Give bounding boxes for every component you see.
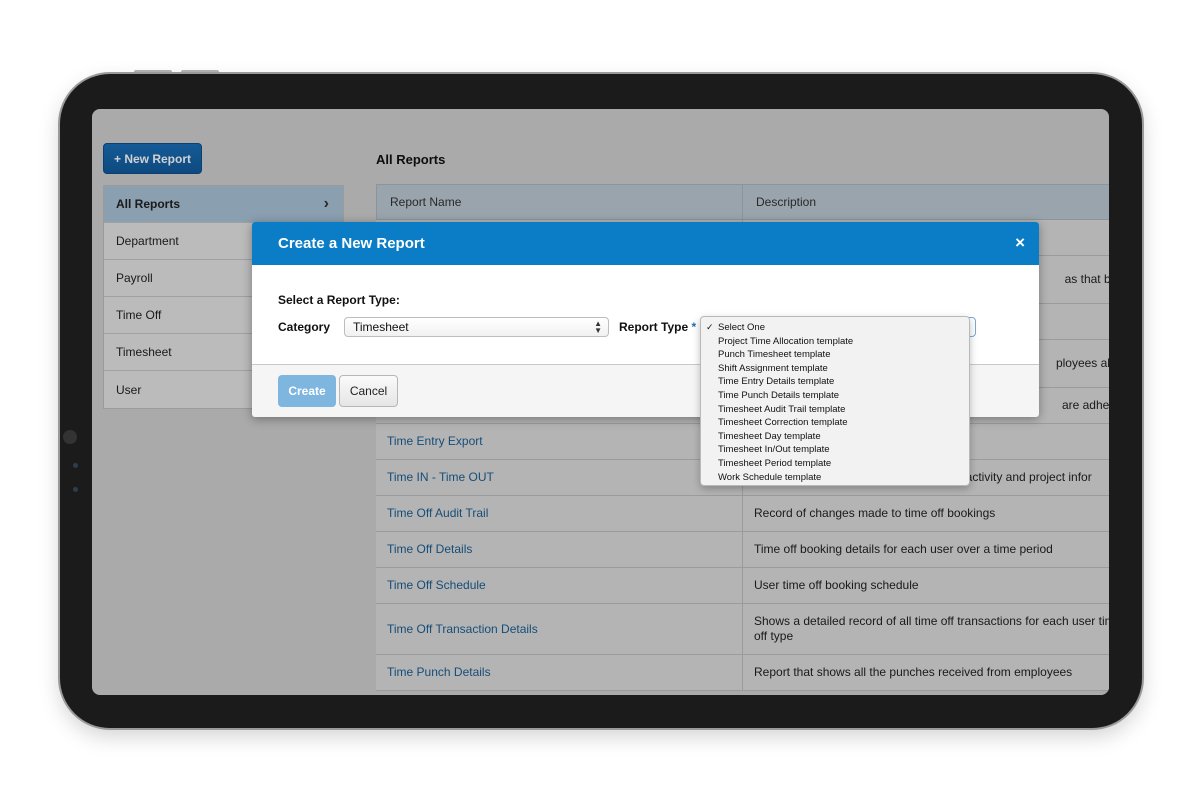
table-row[interactable]: Time Off Audit Trail Record of changes ma… <box>376 496 1109 532</box>
report-name-link[interactable]: Time IN - Time OUT <box>376 460 742 495</box>
report-type-label-text: Report Type <box>619 320 689 334</box>
dropdown-option[interactable]: Punch Timesheet template <box>701 348 969 362</box>
dropdown-option[interactable]: Time Punch Details template <box>701 389 969 403</box>
dropdown-option-label: Timesheet Audit Trail template <box>718 403 846 415</box>
sidebar-item-label: Time Off <box>116 308 162 322</box>
dropdown-option-label: Time Entry Details template <box>718 376 835 388</box>
report-description: Record of changes made to time off booki… <box>742 496 1109 531</box>
modal-header: Create a New Report × <box>252 222 1039 265</box>
required-mark: * <box>691 320 697 334</box>
category-label: Category <box>278 320 331 334</box>
dropdown-option[interactable]: Time Entry Details template <box>701 375 969 389</box>
dropdown-option[interactable]: Project Time Allocation template <box>701 335 969 349</box>
report-description: Shows a detailed record of all time off … <box>742 604 1109 654</box>
camera-icon <box>63 430 77 444</box>
modal-title: Create a New Report <box>278 235 425 252</box>
dropdown-option-label: Project Time Allocation template <box>718 335 854 347</box>
page-title: All Reports <box>376 152 446 167</box>
dropdown-option-label: Timesheet Correction template <box>718 417 848 429</box>
sensor-icon <box>73 463 78 468</box>
dropdown-option-label: Shift Assignment template <box>718 362 828 374</box>
column-header-report-name[interactable]: Report Name <box>377 185 743 219</box>
dropdown-option-label: Timesheet In/Out template <box>718 444 830 456</box>
chevron-right-icon: › <box>323 195 329 212</box>
sidebar-item-label: User <box>116 382 142 397</box>
table-row[interactable]: Time Off Transaction Details Shows a deta… <box>376 604 1109 655</box>
report-name-link[interactable]: Time Off Audit Trail <box>376 496 742 531</box>
table-row[interactable]: Time Punch Details Report that shows all … <box>376 655 1109 691</box>
dropdown-option-label: Punch Timesheet template <box>718 349 831 361</box>
sensor-icon <box>73 487 78 492</box>
table-row[interactable]: Time Off Details Time off booking details… <box>376 532 1109 568</box>
cancel-button[interactable]: Cancel <box>339 375 398 407</box>
report-name-link[interactable]: Time Off Transaction Details <box>376 604 742 654</box>
dropdown-option[interactable]: Work Schedule template <box>701 471 969 485</box>
dropdown-option[interactable]: Timesheet Day template <box>701 430 969 444</box>
report-name-link[interactable]: Time Punch Details <box>376 655 742 690</box>
column-header-description[interactable]: Description <box>743 185 1109 219</box>
dropdown-option[interactable]: Timesheet In/Out template <box>701 443 969 457</box>
dropdown-option-label: Work Schedule template <box>718 471 822 483</box>
app-screen: + New Report All Reports › Department Pa… <box>92 109 1109 695</box>
checkmark-icon: ✓ <box>706 322 714 332</box>
create-button[interactable]: Create <box>278 375 336 407</box>
table-row[interactable]: Time Off Schedule User time off booking s… <box>376 568 1109 604</box>
dropdown-option-label: Select One <box>718 322 765 333</box>
category-select[interactable]: Timesheet ▲ ▼ <box>344 317 609 337</box>
report-description: Report that shows all the punches receiv… <box>742 655 1109 690</box>
select-report-type-label: Select a Report Type: <box>278 293 400 307</box>
table-header: Report Name Description <box>376 184 1109 220</box>
dropdown-option[interactable]: ✓ Select One <box>701 321 969 335</box>
dropdown-option[interactable]: Timesheet Period template <box>701 457 969 471</box>
close-icon[interactable]: × <box>1015 233 1025 253</box>
sidebar-item-label: All Reports <box>116 197 181 211</box>
sidebar-item-label: Department <box>116 234 179 248</box>
dropdown-option[interactable]: Timesheet Correction template <box>701 416 969 430</box>
report-description: User time off booking schedule <box>742 568 1109 603</box>
dropdown-option[interactable]: Shift Assignment template <box>701 362 969 376</box>
select-arrows-icon: ▲▼ <box>594 319 602 335</box>
sidebar-item-label: Payroll <box>116 271 153 285</box>
report-type-dropdown: ✓ Select One Project Time Allocation templ… <box>700 316 970 486</box>
dropdown-option-label: Timesheet Period template <box>718 457 832 469</box>
category-value: Timesheet <box>353 320 409 334</box>
dropdown-option-label: Time Punch Details template <box>718 389 840 401</box>
report-type-label: Report Type * <box>619 320 696 334</box>
report-description: Time off booking details for each user o… <box>742 532 1109 567</box>
report-name-link[interactable]: Time Entry Export <box>376 424 742 459</box>
report-name-link[interactable]: Time Off Schedule <box>376 568 742 603</box>
report-name-link[interactable]: Time Off Details <box>376 532 742 567</box>
sidebar-item-all-reports[interactable]: All Reports › <box>104 186 343 223</box>
sidebar-item-label: Timesheet <box>116 345 172 359</box>
dropdown-option-label: Timesheet Day template <box>718 430 821 442</box>
dropdown-option[interactable]: Timesheet Audit Trail template <box>701 403 969 417</box>
new-report-button[interactable]: + New Report <box>103 143 202 174</box>
